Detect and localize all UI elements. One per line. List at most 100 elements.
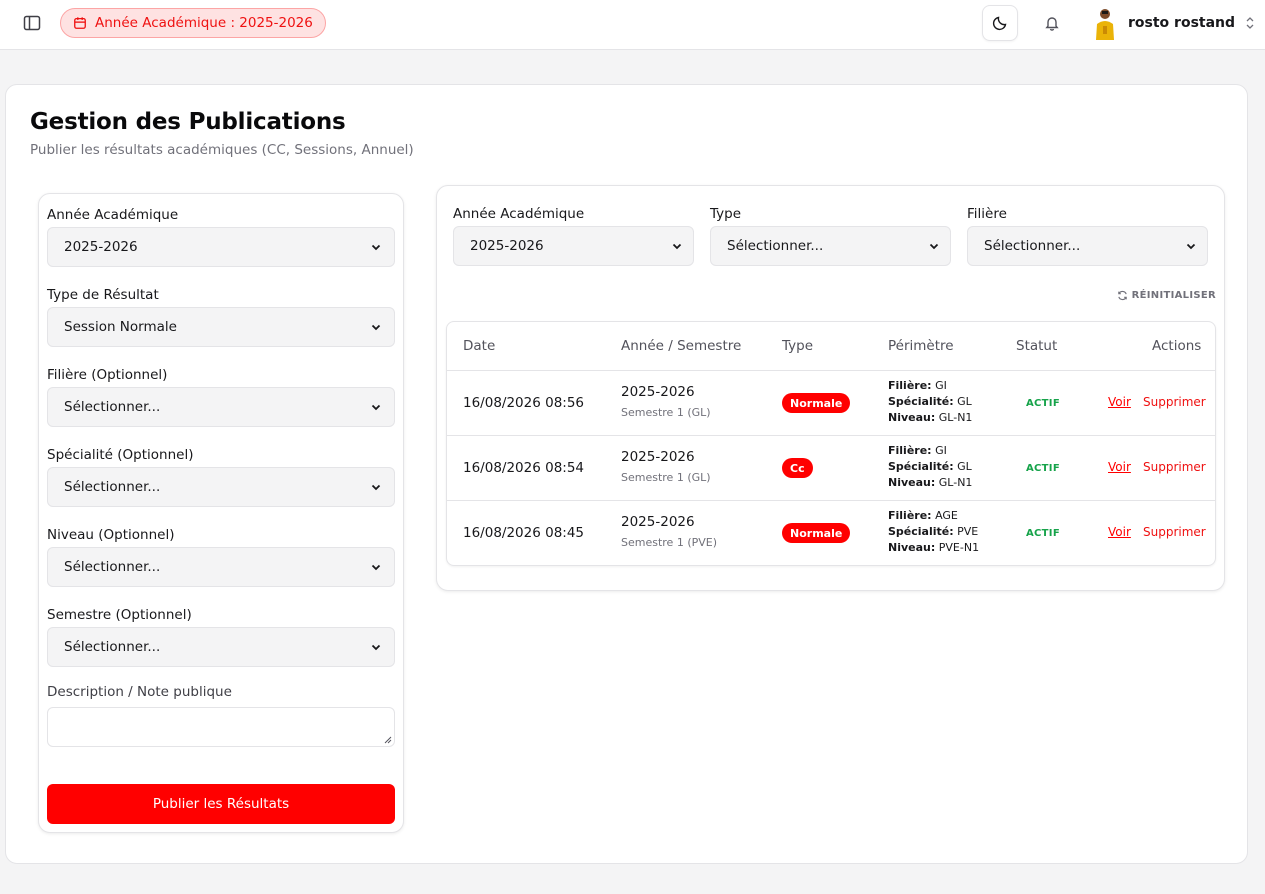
avatar [1096,9,1114,40]
reset-filters-button[interactable]: RÉINITIALISER [1117,290,1216,301]
chevrons-updown-icon [1246,17,1254,29]
specialite-select[interactable]: Sélectionner... [47,467,395,507]
user-name: rosto rostand [1128,15,1236,31]
delete-button[interactable]: Supprimer [1143,460,1206,474]
chevron-down-icon [371,324,381,331]
status-badge: ACTIF [1026,398,1060,409]
year-select-value: 2025-2026 [64,239,138,255]
chevron-down-icon [371,644,381,651]
description-textarea[interactable] [47,707,395,747]
scope-filiere-label: Filière: [888,444,932,457]
row-semester: Semestre 1 (GL) [621,471,711,484]
result-type-select-value: Session Normale [64,319,177,335]
field-label-niveau: Niveau (Optionnel) [47,527,175,543]
chevron-down-icon [371,484,381,491]
academic-year-pill-label: Année Académique : 2025-2026 [95,15,313,31]
scope-specialite-label: Spécialité: [888,460,954,473]
chevron-down-icon [1186,243,1196,250]
field-label-semestre: Semestre (Optionnel) [47,607,192,623]
row-semester: Semestre 1 (PVE) [621,536,718,549]
table-row: 16/08/2026 08:54 2025-2026 Semestre 1 (G… [447,436,1215,501]
theme-toggle-button[interactable] [982,5,1018,41]
scope-filiere-value: GI [935,379,947,392]
scope-niveau-label: Niveau: [888,411,936,424]
row-year: 2025-2026 [621,449,695,465]
academic-year-pill[interactable]: Année Académique : 2025-2026 [60,8,326,38]
header-year-semester: Année / Semestre [621,338,742,354]
view-link[interactable]: Voir [1108,395,1131,409]
type-badge: Normale [782,523,851,543]
notifications-button[interactable] [1036,5,1068,41]
niveau-select-value: Sélectionner... [64,559,161,575]
field-label-description: Description / Note publique [47,684,232,700]
filter-filiere-select[interactable]: Sélectionner... [967,226,1208,266]
chevron-down-icon [371,244,381,251]
table-row: 16/08/2026 08:45 2025-2026 Semestre 1 (P… [447,501,1215,565]
field-label-filiere: Filière (Optionnel) [47,367,168,383]
row-date: 16/08/2026 08:56 [463,395,585,411]
field-label-year: Année Académique [47,207,179,223]
row-date: 16/08/2026 08:54 [463,460,585,476]
filter-type-value: Sélectionner... [727,238,824,254]
type-badge: Cc [782,458,813,478]
top-bar: Année Académique : 2025-2026 rosto rosta… [0,0,1265,50]
specialite-select-value: Sélectionner... [64,479,161,495]
bell-icon [1045,17,1059,31]
filter-label-type: Type [710,206,742,222]
scope-niveau-label: Niveau: [888,541,936,554]
header-date: Date [463,338,496,354]
scope-niveau-label: Niveau: [888,476,936,489]
semestre-select[interactable]: Sélectionner... [47,627,395,667]
main-card: Gestion des Publications Publier les rés… [5,84,1248,864]
scope-specialite-value: PVE [957,525,979,538]
field-label-specialite: Spécialité (Optionnel) [47,447,194,463]
resize-grip-icon[interactable] [384,736,392,744]
scope-specialite-label: Spécialité: [888,395,954,408]
row-scope: Filière: AGE Spécialité: PVE Niveau: PVE… [888,508,979,556]
publications-list-card: Année Académique 2025-2026 Type Sélectio… [436,185,1225,591]
filiere-select[interactable]: Sélectionner... [47,387,395,427]
chevron-down-icon [672,243,682,250]
row-scope: Filière: GI Spécialité: GL Niveau: GL-N1 [888,378,972,426]
delete-button[interactable]: Supprimer [1143,395,1206,409]
header-type: Type [782,338,814,354]
status-badge: ACTIF [1026,463,1060,474]
publish-results-button[interactable]: Publier les Résultats [47,784,395,824]
chevron-down-icon [371,404,381,411]
scope-niveau-value: PVE-N1 [938,541,980,554]
filiere-select-value: Sélectionner... [64,399,161,415]
filter-label-year: Année Académique [453,206,585,222]
filter-type-select[interactable]: Sélectionner... [710,226,951,266]
delete-button[interactable]: Supprimer [1143,525,1206,539]
calendar-icon [74,17,86,29]
user-menu[interactable]: rosto rostand [1092,5,1255,41]
scope-filiere-label: Filière: [888,509,932,522]
publish-form: Année Académique 2025-2026 Type de Résul… [38,193,404,833]
publications-table: Date Année / Semestre Type Périmètre Sta… [446,321,1216,566]
page-subtitle: Publier les résultats académiques (CC, S… [30,142,414,158]
page-title: Gestion des Publications [30,109,346,135]
year-select[interactable]: 2025-2026 [47,227,395,267]
row-year: 2025-2026 [621,384,695,400]
header-status: Statut [1016,338,1058,354]
scope-specialite-value: GL [957,460,972,473]
scope-filiere-value: GI [935,444,947,457]
filter-filiere-value: Sélectionner... [984,238,1081,254]
view-link[interactable]: Voir [1108,525,1131,539]
result-type-select[interactable]: Session Normale [47,307,395,347]
filter-year-value: 2025-2026 [470,238,544,254]
header-scope: Périmètre [888,338,954,354]
status-badge: ACTIF [1026,528,1060,539]
table-header: Date Année / Semestre Type Périmètre Sta… [447,322,1215,371]
sidebar-toggle-icon[interactable] [22,13,42,33]
field-label-result-type: Type de Résultat [47,287,159,303]
scope-niveau-value: GL-N1 [938,476,973,489]
view-link[interactable]: Voir [1108,460,1131,474]
row-year: 2025-2026 [621,514,695,530]
refresh-icon [1117,290,1127,301]
filter-year-select[interactable]: 2025-2026 [453,226,694,266]
row-date: 16/08/2026 08:45 [463,525,585,541]
scope-specialite-label: Spécialité: [888,525,954,538]
niveau-select[interactable]: Sélectionner... [47,547,395,587]
header-actions: Actions [1152,338,1202,354]
